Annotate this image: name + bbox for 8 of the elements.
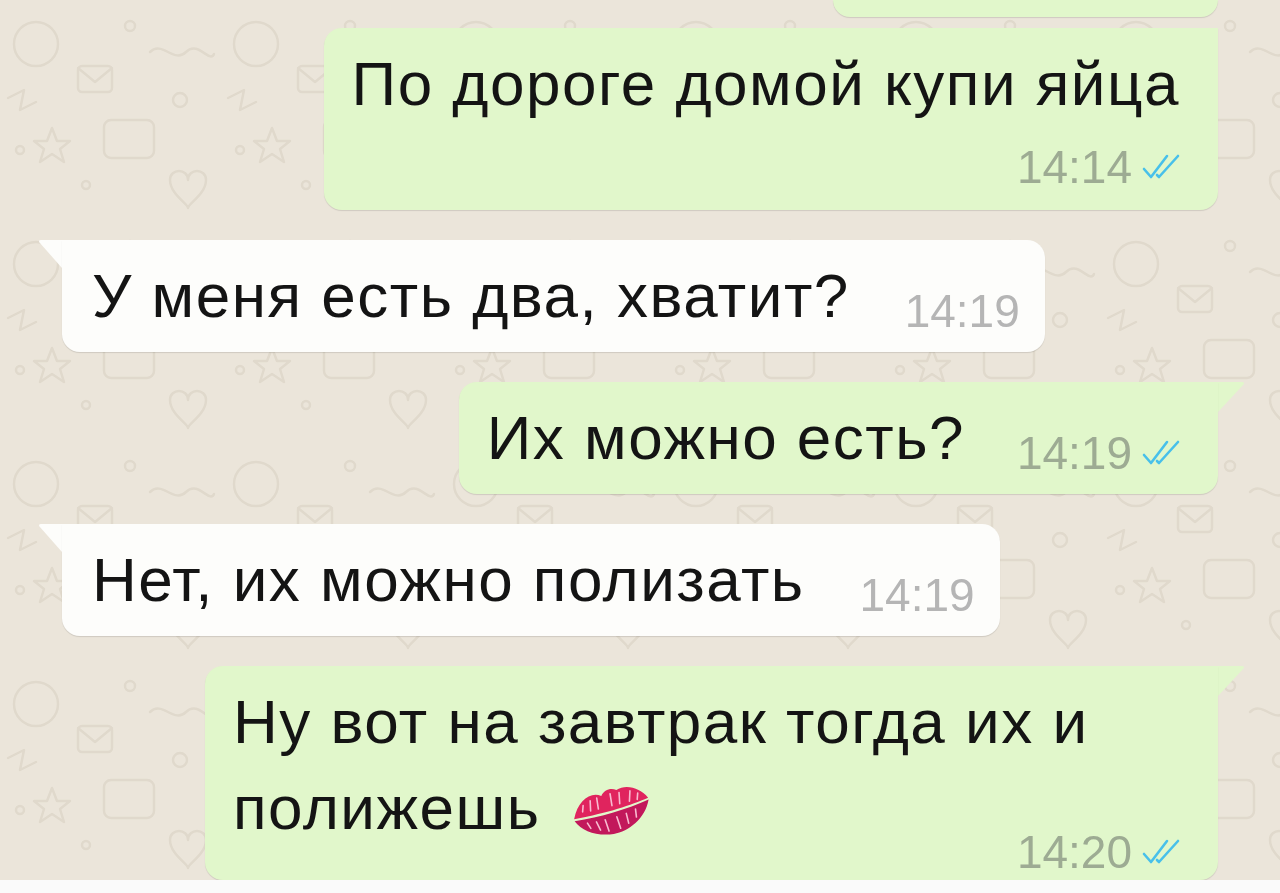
message-text: Их можно есть?: [486, 403, 965, 472]
message-time: 14:14: [1016, 142, 1132, 192]
message-text: У меня есть два, хватит?: [92, 261, 850, 330]
message-text: По дороге домой купи яйца: [351, 49, 1180, 118]
message-text: Нет, их можно полизать: [92, 545, 805, 614]
message-time: 14:19: [859, 570, 975, 620]
message-time: 14:19: [1016, 428, 1132, 478]
message-time: 14:19: [904, 286, 1020, 336]
